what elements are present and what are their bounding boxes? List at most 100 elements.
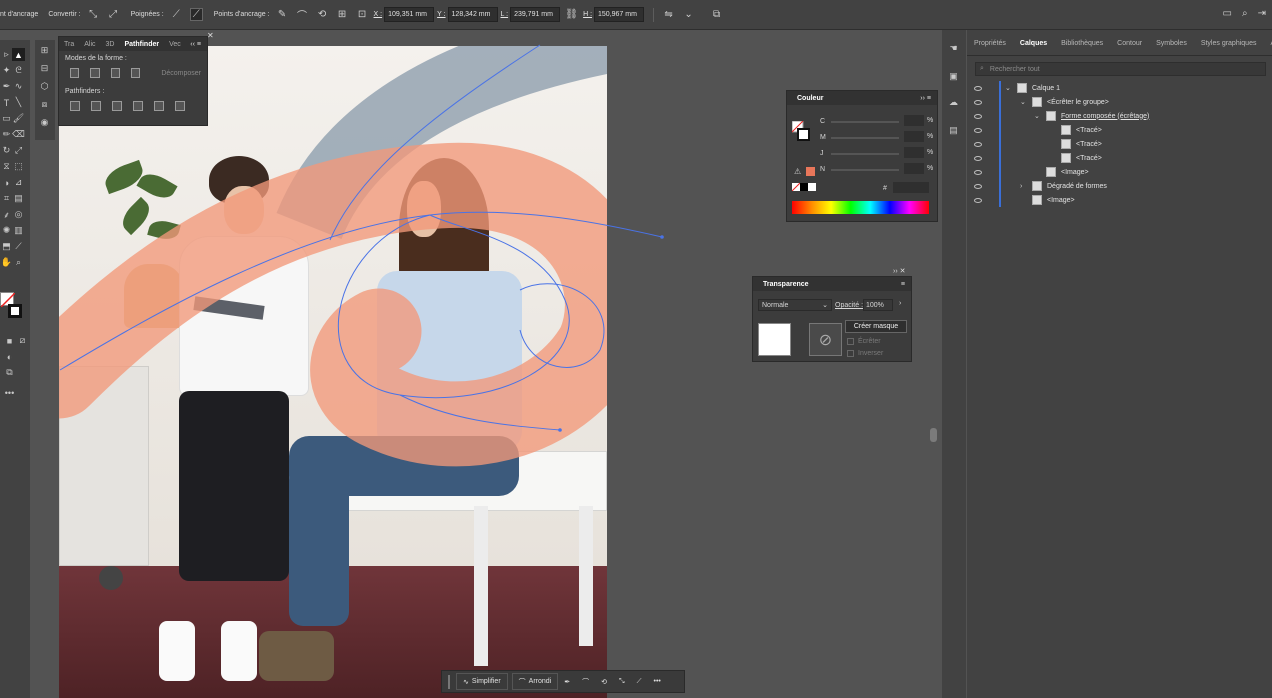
- tab-graphic-styles[interactable]: Styles graphiques: [1194, 40, 1264, 55]
- make-mask-button[interactable]: Créer masque: [845, 320, 907, 333]
- layer-row-image[interactable]: <Image>: [967, 193, 1272, 207]
- x-input[interactable]: [384, 7, 435, 22]
- paintbrush-icon[interactable]: 🖌: [12, 112, 25, 125]
- tab-pathfinder[interactable]: Pathfinder: [119, 41, 164, 48]
- tab-properties[interactable]: Propriétés: [967, 40, 1013, 55]
- black-swatch[interactable]: [800, 183, 808, 191]
- trim-icon[interactable]: [91, 101, 101, 111]
- clip-checkbox[interactable]: [847, 338, 854, 345]
- chevron-right-icon[interactable]: ›: [899, 300, 901, 307]
- object-thumbnail[interactable]: [758, 323, 791, 356]
- fill-stroke-swatch[interactable]: [791, 120, 810, 141]
- color-spectrum[interactable]: [792, 201, 929, 214]
- simplify-button[interactable]: ∿ Simplifier: [456, 673, 508, 690]
- tab-transform[interactable]: Tra: [59, 41, 79, 48]
- tab-layers[interactable]: Calques: [1013, 40, 1054, 55]
- arrange-icon[interactable]: ⧉: [710, 8, 723, 21]
- layer-row-compound-shape[interactable]: ⌄ Forme composée (écrêtage): [967, 109, 1272, 123]
- tab-vector[interactable]: Vec: [164, 41, 186, 48]
- visibility-eye-icon[interactable]: [974, 197, 982, 203]
- layers-icon[interactable]: ▣: [947, 70, 960, 83]
- color-mode-icon[interactable]: ■: [3, 334, 16, 347]
- blend-mode-select[interactable]: Normale ⌄: [758, 299, 832, 311]
- invert-checkbox[interactable]: [847, 350, 854, 357]
- divide-icon[interactable]: [70, 101, 80, 111]
- tab-libraries[interactable]: Bibliothèques: [1054, 40, 1110, 55]
- perspective-icon[interactable]: ⊿: [12, 176, 25, 189]
- panel-collapse-icon[interactable]: ›› ✕: [893, 267, 905, 275]
- screen-mode-icon[interactable]: ⧉: [3, 366, 16, 379]
- height-input[interactable]: [594, 7, 645, 22]
- vertical-scrollbar[interactable]: [930, 428, 937, 442]
- more-options-icon[interactable]: •••: [648, 678, 667, 685]
- close-icon[interactable]: ✕: [207, 31, 214, 40]
- c-input[interactable]: [904, 115, 924, 126]
- pathfinder-icon[interactable]: ⧈: [38, 98, 51, 111]
- chevron-right-icon[interactable]: ›: [1020, 183, 1028, 190]
- outline-icon[interactable]: [154, 101, 164, 111]
- convert-smooth-icon[interactable]: ⤢: [107, 8, 120, 21]
- none-swatch[interactable]: [792, 183, 800, 191]
- convert-corner-icon[interactable]: ⤡: [87, 8, 100, 21]
- lasso-icon[interactable]: ᘓ: [12, 64, 25, 77]
- crop-icon[interactable]: [133, 101, 143, 111]
- hex-input[interactable]: [893, 182, 929, 193]
- layer-row-blend[interactable]: › Dégradé de formes: [967, 179, 1272, 193]
- y-input[interactable]: [447, 7, 498, 22]
- c-slider[interactable]: [831, 121, 899, 123]
- visibility-eye-icon[interactable]: [974, 183, 982, 189]
- unite-icon[interactable]: [70, 68, 80, 78]
- visibility-eye-icon[interactable]: [974, 169, 982, 175]
- slice-icon[interactable]: ⟋: [12, 240, 25, 253]
- line-icon[interactable]: ╲: [12, 96, 25, 109]
- curvature-icon[interactable]: ∿: [12, 80, 25, 93]
- chevron-down-icon[interactable]: ⌄: [1005, 84, 1013, 92]
- chevron-down-icon[interactable]: ⌄: [682, 8, 695, 21]
- m-slider[interactable]: [831, 137, 899, 139]
- k-input[interactable]: [904, 163, 924, 174]
- column-graph-icon[interactable]: ▥: [12, 224, 25, 237]
- connect-anchor-icon[interactable]: ⌒: [296, 8, 309, 22]
- share-icon[interactable]: ⇥: [1258, 8, 1266, 19]
- zoom-icon[interactable]: ⌕: [12, 256, 25, 269]
- transform-panel-icon[interactable]: ⊟: [38, 62, 51, 75]
- visibility-eye-icon[interactable]: [974, 155, 982, 161]
- layer-row-image[interactable]: <Image>: [967, 165, 1272, 179]
- tab-3d[interactable]: 3D: [101, 41, 120, 48]
- align-icon[interactable]: ⊞: [38, 44, 51, 57]
- draw-mode-icon[interactable]: ◐: [3, 350, 16, 363]
- layer-row-path[interactable]: <Tracé>: [967, 123, 1272, 137]
- blend-icon[interactable]: ◎: [12, 208, 25, 221]
- anchor-icon[interactable]: ⤡: [613, 678, 631, 686]
- handle-icon[interactable]: ⟋: [631, 678, 648, 686]
- hide-handles-icon[interactable]: ⟋: [189, 8, 203, 21]
- pen-icon[interactable]: ✒: [558, 678, 576, 686]
- opacity-input[interactable]: 100%: [863, 299, 893, 311]
- transform-icon[interactable]: ⇋: [662, 8, 675, 21]
- k-slider[interactable]: [831, 169, 899, 171]
- layers-search-input[interactable]: ⌕ Rechercher tout: [975, 62, 1266, 76]
- mask-thumbnail[interactable]: ⊘: [809, 323, 842, 356]
- free-transform-icon[interactable]: ⬚: [12, 160, 25, 173]
- hand-icon[interactable]: ☚: [947, 42, 960, 55]
- reshape-icon[interactable]: ⟲: [595, 678, 613, 686]
- visibility-eye-icon[interactable]: [974, 127, 982, 133]
- artboards-icon[interactable]: ▤: [947, 124, 960, 137]
- globe-icon[interactable]: ◉: [38, 116, 51, 129]
- chevron-down-icon[interactable]: ⌄: [1034, 112, 1042, 120]
- visibility-eye-icon[interactable]: [974, 85, 982, 91]
- white-swatch[interactable]: [808, 183, 816, 191]
- search-icon[interactable]: ⌕: [1242, 8, 1248, 19]
- visibility-eye-icon[interactable]: [974, 113, 982, 119]
- intersect-icon[interactable]: [110, 68, 120, 78]
- arrange-documents-icon[interactable]: ▭: [1223, 8, 1232, 19]
- minus-back-icon[interactable]: [175, 101, 185, 111]
- round-button[interactable]: ⌒ Arrondi: [511, 673, 559, 690]
- remove-anchor-icon[interactable]: ✎: [276, 8, 289, 21]
- stroke-swatch[interactable]: [8, 304, 22, 318]
- show-handles-icon[interactable]: ⟋: [170, 8, 183, 21]
- merge-icon[interactable]: [112, 101, 122, 111]
- layer-row-path[interactable]: <Tracé>: [967, 151, 1272, 165]
- collapse-icon[interactable]: ‹‹ ≡: [190, 41, 201, 48]
- tab-appearance[interactable]: Aspect: [1263, 40, 1272, 55]
